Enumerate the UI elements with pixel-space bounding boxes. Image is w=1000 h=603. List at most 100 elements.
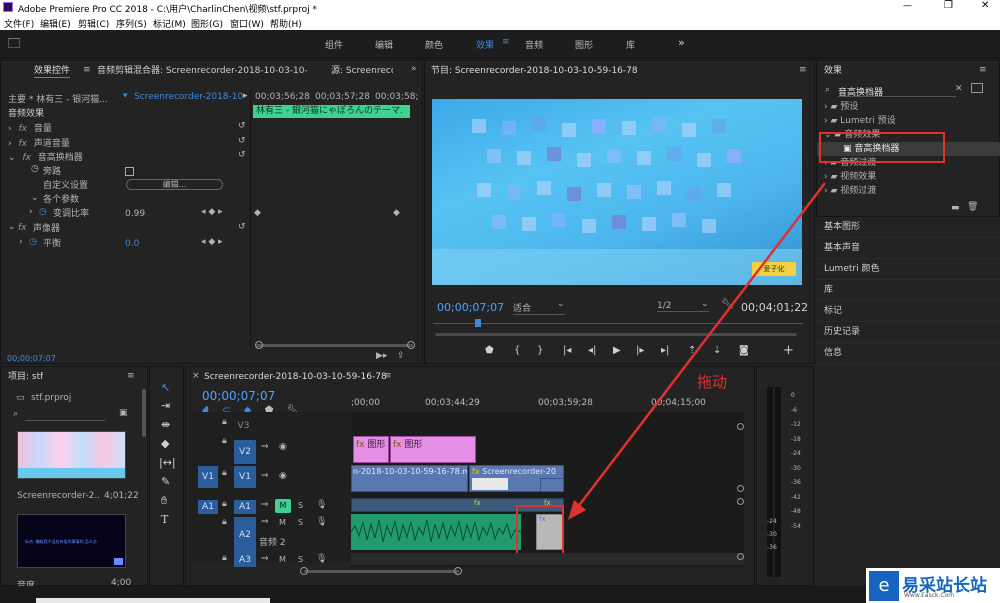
new-bin-icon[interactable] xyxy=(971,83,983,93)
delete-icon[interactable]: 🗑︎ xyxy=(967,202,978,212)
panel-libraries[interactable]: 库 xyxy=(816,280,1000,301)
playhead-marker[interactable] xyxy=(475,319,481,327)
panel-menu-icon[interactable]: ≡ xyxy=(979,65,987,75)
chevron-right-icon[interactable]: › xyxy=(8,139,12,149)
home-icon[interactable] xyxy=(8,38,20,48)
program-monitor-title[interactable]: 节目: Screenrecorder-2018-10-03-10-59-16-7… xyxy=(431,64,638,78)
v2-clip[interactable]: fx 图形 xyxy=(353,436,389,463)
fx-row-pitch-shifter[interactable]: ⌄ fx 音高换档器 xyxy=(8,151,248,165)
project-title[interactable]: 项目: stf xyxy=(8,370,43,384)
panel-tab-source[interactable]: 源: Screenrecorde xyxy=(331,64,393,78)
v2-clip[interactable]: fx 图形 xyxy=(390,436,476,463)
v1-clip[interactable]: n-2018-10-03-10-59-16-78.mp4 [V] [150%] xyxy=(351,465,468,492)
expand-panels-icon[interactable]: » xyxy=(411,64,417,74)
clip-thumbnail[interactable] xyxy=(17,431,126,479)
clip-thumbnail[interactable]: 标杰: 糟糕我不适应有爱的事情的,怎么办 xyxy=(17,514,126,568)
stopwatch-icon[interactable]: ◷ xyxy=(31,164,39,174)
toggle-sync-icon[interactable]: ⇒ xyxy=(261,471,269,481)
razor-tool-icon[interactable]: ◆ xyxy=(161,437,169,450)
hand-tool-icon[interactable]: ✋︎ xyxy=(161,494,167,508)
keyframe-icon[interactable]: ◆ xyxy=(393,208,400,218)
workspace-tab[interactable]: 组件 xyxy=(325,38,343,51)
track-label-v1[interactable]: V1 xyxy=(234,466,256,488)
reset-icon[interactable]: ↺ xyxy=(238,136,246,146)
track-label-a1[interactable]: A1 xyxy=(234,500,256,514)
eye-icon[interactable]: ◉ xyxy=(279,442,287,452)
scroll-handle[interactable] xyxy=(255,341,263,349)
scroll-handle[interactable] xyxy=(407,341,415,349)
panel-info[interactable]: 信息 xyxy=(816,343,1000,364)
track-source-v1[interactable]: V1 xyxy=(198,466,218,488)
bypass-checkbox[interactable] xyxy=(125,167,134,176)
effects-tree-item[interactable]: › ▰ 视频效果 xyxy=(817,170,1000,184)
toggle-sync-icon[interactable]: ⇒ xyxy=(261,500,269,510)
workspace-tab[interactable]: 颜色 xyxy=(425,38,443,51)
effects-search-input[interactable]: 音高换档器 xyxy=(838,85,956,97)
panel-menu-icon[interactable]: ≡ xyxy=(127,371,135,381)
panel-history[interactable]: 历史记录 xyxy=(816,322,1000,343)
panel-lumetri-color[interactable]: Lumetri 颜色 xyxy=(816,259,1000,280)
toggle-sync-icon[interactable]: ⇒ xyxy=(261,442,269,452)
workspace-menu-icon[interactable]: ≡ xyxy=(502,37,510,47)
a2-audio-waveform[interactable] xyxy=(351,514,521,550)
type-tool-icon[interactable]: T xyxy=(161,513,168,526)
chevron-right-icon[interactable]: › xyxy=(8,124,12,134)
keyframe-icon[interactable]: ◆ xyxy=(254,208,261,218)
stopwatch-icon[interactable]: ◷ xyxy=(29,237,37,247)
chevron-down-icon[interactable]: ▾ xyxy=(123,91,128,101)
panel-tab-effect-controls[interactable]: 效果控件 xyxy=(34,64,71,78)
stopwatch-icon[interactable]: ◷ xyxy=(39,207,47,217)
track-label-v2[interactable]: V2 xyxy=(234,440,256,464)
balance-value[interactable]: 0.0 xyxy=(125,237,139,251)
close-tab-icon[interactable]: × xyxy=(192,371,200,381)
program-timecode[interactable]: 00;00;07;07 xyxy=(437,301,504,314)
effects-title[interactable]: 效果 xyxy=(824,64,842,78)
menu-marker[interactable]: 标记(M) xyxy=(153,17,186,30)
play-only-icon[interactable]: ▸ xyxy=(243,91,248,101)
menu-window[interactable]: 窗口(W) xyxy=(230,17,264,30)
toggle-sync-icon[interactable]: ⇒ xyxy=(261,554,269,564)
mark-in-icon[interactable]: { xyxy=(514,345,520,356)
sequence-clip-label[interactable]: Screenrecorder-2018-10-03-1... xyxy=(134,92,244,102)
export-icon[interactable]: ⇪ xyxy=(397,351,405,361)
ec-scroll-bar[interactable] xyxy=(256,344,413,347)
panel-essential-sound[interactable]: 基本声音 xyxy=(816,238,1000,259)
reset-icon[interactable]: ↺ xyxy=(238,222,246,232)
panel-markers[interactable]: 标记 xyxy=(816,301,1000,322)
track-scroll-handle[interactable] xyxy=(737,553,744,560)
project-search-input[interactable] xyxy=(25,409,105,421)
mute-button[interactable]: M xyxy=(275,499,291,513)
effects-tree-item[interactable]: › ▰ Lumetri 预设 xyxy=(817,114,1000,128)
menu-sequence[interactable]: 序列(S) xyxy=(116,17,147,30)
timeline-h-scroll[interactable] xyxy=(304,570,459,573)
effects-tree-item[interactable]: › ▰ 预设 xyxy=(817,100,1000,114)
toggle-sync-icon[interactable]: ⇒ xyxy=(261,517,269,527)
panel-tab-audio-mixer[interactable]: 音频剪辑混合器: Screenrecorder-2018-10-03-10-59… xyxy=(97,64,307,78)
solo-button[interactable]: S xyxy=(298,555,303,564)
project-scroll-bar[interactable] xyxy=(142,389,146,437)
keyframe-nav[interactable]: ◂ ◆ ▸ xyxy=(201,237,223,247)
effects-tree-item[interactable]: › ▰ 视频过渡 xyxy=(817,184,1000,198)
ripple-edit-tool-icon[interactable]: ⇼ xyxy=(161,418,170,431)
mic-icon[interactable]: 🎙︎ xyxy=(316,554,327,564)
lock-icon[interactable]: 🔒︎ xyxy=(222,436,227,446)
more-workspaces-icon[interactable]: » xyxy=(678,36,685,49)
chevron-down-icon[interactable]: ⌄ xyxy=(8,153,16,163)
maximize-button[interactable]: ❐ xyxy=(944,0,953,11)
chevron-right-icon[interactable]: › xyxy=(19,237,23,247)
close-button[interactable]: ✕ xyxy=(981,0,989,11)
minimize-button[interactable]: — xyxy=(903,1,912,11)
workspace-tab[interactable]: 编辑 xyxy=(375,38,393,51)
mute-button[interactable]: M xyxy=(279,518,286,527)
workspace-tab-active[interactable]: 效果 xyxy=(476,38,494,51)
ec-timecode[interactable]: 00;00;07;07 xyxy=(7,354,56,363)
workspace-tab[interactable]: 图形 xyxy=(575,38,593,51)
scroll-handle[interactable] xyxy=(454,567,462,575)
reset-icon[interactable]: ↺ xyxy=(238,121,246,131)
clip-name[interactable]: Screenrecorder-2... xyxy=(17,491,99,501)
add-marker-icon[interactable]: ⬟ xyxy=(485,345,494,356)
scroll-handle[interactable] xyxy=(300,567,308,575)
chevron-down-icon[interactable]: ⌄ xyxy=(31,193,39,203)
track-select-tool-icon[interactable]: ⇥ xyxy=(161,399,170,412)
mute-button[interactable]: M xyxy=(279,555,286,564)
